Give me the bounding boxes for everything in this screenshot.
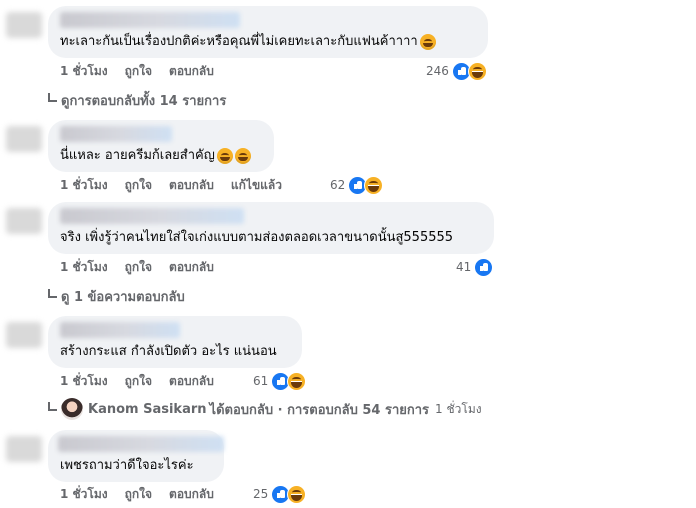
avatar[interactable] — [6, 322, 42, 348]
like-button[interactable]: ถูกใจ — [125, 485, 152, 504]
edited-label[interactable]: แก้ไขแล้ว — [231, 176, 282, 195]
reaction-summary[interactable]: 246 — [426, 61, 487, 81]
comment: นี่แหละ อายครีมก้เลยสำคัญ — [48, 120, 274, 172]
comment: สร้างกระแส กำลังเปิดตัว อะไร แน่นอน — [48, 316, 302, 368]
comment-text: ทะเลาะกันเป็นเรื่องปกติค่ะหรือคุณพี่ไม่เ… — [60, 34, 418, 49]
view-replies-link[interactable]: ดูการตอบกลับทั้ง 14 รายการ — [48, 90, 226, 110]
reply-summary-time: 1 ชั่วโมง — [435, 401, 482, 416]
reaction-summary[interactable]: 61 — [253, 371, 307, 391]
comment-actions: 1 ชั่วโมง ถูกใจ ตอบกลับ — [60, 62, 231, 80]
timestamp[interactable]: 1 ชั่วโมง — [60, 258, 108, 277]
reply-button[interactable]: ตอบกลับ — [169, 485, 214, 504]
comment-text: จริง เพิ่งรู้ว่าคนไทยใส่ใจเก่งแบบตามส่อง… — [60, 230, 454, 245]
comment-text: สร้างกระแส กำลังเปิดตัว อะไร แน่นอน — [60, 344, 277, 359]
rofl-emoji-icon — [234, 148, 251, 164]
like-button[interactable]: ถูกใจ — [125, 176, 152, 195]
rofl-emoji-icon — [419, 34, 436, 50]
avatar-column — [0, 0, 46, 508]
view-replies-link[interactable]: ดู 1 ข้อความตอบกลับ — [48, 286, 185, 306]
like-button[interactable]: ถูกใจ — [125, 62, 152, 81]
like-reaction-icon — [474, 257, 494, 277]
haha-reaction-icon — [467, 61, 487, 81]
comment-bubble: สร้างกระแส กำลังเปิดตัว อะไร แน่นอน — [48, 316, 302, 368]
commenter-name-blurred[interactable] — [58, 436, 224, 452]
comment: ทะเลาะกันเป็นเรื่องปกติค่ะหรือคุณพี่ไม่เ… — [48, 6, 488, 58]
reaction-summary[interactable]: 62 — [330, 175, 384, 195]
avatar[interactable] — [6, 126, 42, 152]
haha-reaction-icon — [287, 484, 307, 504]
comment-text: นี่แหละ อายครีมก้เลยสำคัญ — [60, 148, 215, 163]
comment-bubble: จริง เพิ่งรู้ว่าคนไทยใส่ใจเก่งแบบตามส่อง… — [48, 202, 494, 254]
comment-actions: 1 ชั่วโมง ถูกใจ ตอบกลับ แก้ไขแล้ว — [60, 176, 299, 194]
avatar[interactable] — [6, 12, 42, 38]
reaction-count: 41 — [456, 260, 472, 274]
comment-actions: 1 ชั่วโมง ถูกใจ ตอบกลับ — [60, 372, 231, 390]
reply-arrow-icon — [48, 92, 57, 102]
reply-button[interactable]: ตอบกลับ — [169, 176, 214, 195]
reply-button[interactable]: ตอบกลับ — [169, 62, 214, 81]
commenter-name-blurred[interactable] — [60, 126, 172, 142]
reaction-count: 62 — [330, 178, 346, 192]
commenter-name-blurred[interactable] — [60, 208, 244, 224]
reply-summary-text: ได้ตอบกลับ · การตอบกลับ 54 รายการ — [209, 402, 430, 418]
comment-bubble: นี่แหละ อายครีมก้เลยสำคัญ — [48, 120, 274, 172]
reply-summary-link[interactable]: Kanom Sasikarn ได้ตอบกลับ · การตอบกลับ 5… — [48, 397, 482, 421]
avatar[interactable] — [6, 436, 42, 462]
reply-button[interactable]: ตอบกลับ — [169, 372, 214, 391]
rofl-emoji-icon — [216, 148, 233, 164]
timestamp[interactable]: 1 ชั่วโมง — [60, 62, 108, 81]
commenter-name-blurred[interactable] — [60, 12, 240, 28]
reply-button[interactable]: ตอบกลับ — [169, 258, 214, 277]
comment-text: เพชรถามว่าดีใจอะไรค่ะ — [60, 458, 194, 473]
commenter-name-blurred[interactable] — [60, 322, 180, 338]
reaction-count: 61 — [253, 374, 269, 388]
replier-avatar[interactable] — [61, 398, 83, 420]
view-replies-label: ดูการตอบกลับทั้ง 14 รายการ — [61, 93, 227, 109]
comment-bubble: เพชรถามว่าดีใจอะไรค่ะ — [48, 430, 224, 482]
timestamp[interactable]: 1 ชั่วโมง — [60, 485, 108, 504]
avatar[interactable] — [6, 208, 42, 234]
replier-name[interactable]: Kanom Sasikarn — [88, 402, 207, 417]
timestamp[interactable]: 1 ชั่วโมง — [60, 372, 108, 391]
comment: จริง เพิ่งรู้ว่าคนไทยใส่ใจเก่งแบบตามส่อง… — [48, 202, 494, 254]
haha-reaction-icon — [364, 175, 384, 195]
reaction-count: 25 — [253, 487, 269, 501]
reaction-count: 246 — [426, 64, 449, 78]
haha-reaction-icon — [287, 371, 307, 391]
like-button[interactable]: ถูกใจ — [125, 258, 152, 277]
comment-actions: 1 ชั่วโมง ถูกใจ ตอบกลับ — [60, 258, 231, 276]
like-button[interactable]: ถูกใจ — [125, 372, 152, 391]
comment-bubble: ทะเลาะกันเป็นเรื่องปกติค่ะหรือคุณพี่ไม่เ… — [48, 6, 488, 58]
reaction-summary[interactable]: 41 — [456, 257, 494, 277]
comment-actions: 1 ชั่วโมง ถูกใจ ตอบกลับ — [60, 485, 231, 503]
comment: เพชรถามว่าดีใจอะไรค่ะ — [48, 430, 224, 482]
reply-arrow-icon — [48, 401, 57, 411]
reply-arrow-icon — [48, 288, 57, 298]
reaction-summary[interactable]: 25 — [253, 484, 307, 504]
timestamp[interactable]: 1 ชั่วโมง — [60, 176, 108, 195]
view-replies-label: ดู 1 ข้อความตอบกลับ — [61, 289, 185, 305]
